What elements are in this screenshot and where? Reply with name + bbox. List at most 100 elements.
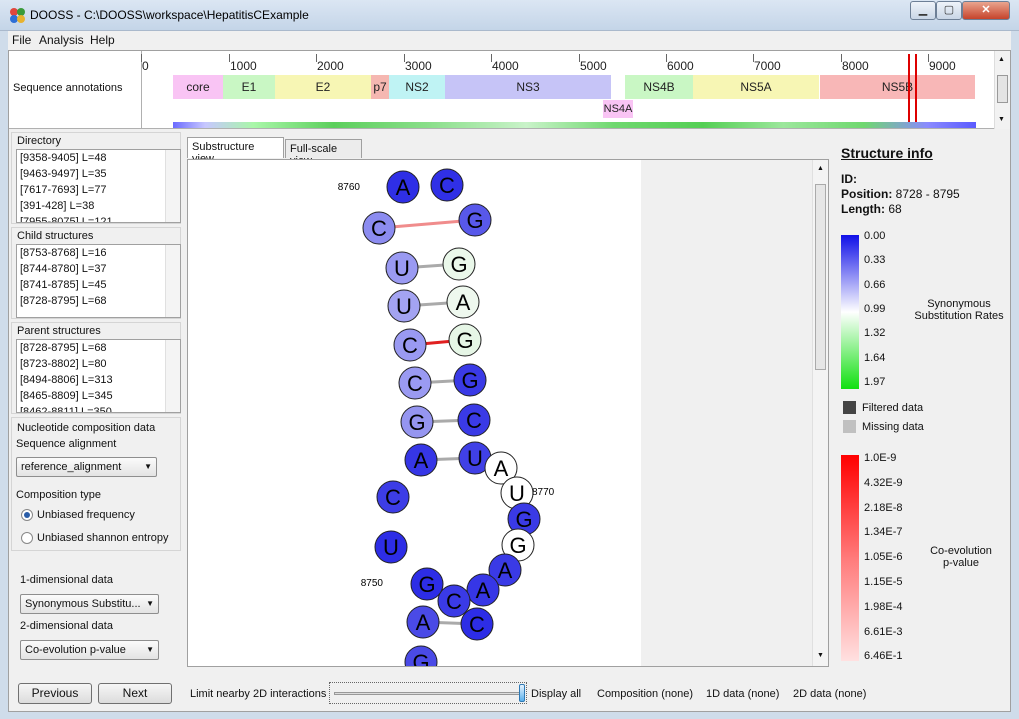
nucleotide-node[interactable]: G xyxy=(410,567,444,601)
composition-type-label: Composition type xyxy=(16,489,101,501)
ruler-tick-label: 7000 xyxy=(754,59,781,73)
scroll-up-icon[interactable]: ▲ xyxy=(817,165,824,172)
nucleotide-node[interactable]: C xyxy=(376,480,410,514)
nucleotide-node[interactable]: G xyxy=(453,363,487,397)
nucleotide-node[interactable]: C xyxy=(457,403,491,437)
one-d-select[interactable]: Synonymous Substitu... ▼ xyxy=(20,594,159,614)
child-structures-list[interactable]: [8753-8768] L=16 [8744-8780] L=37 [8741-87… xyxy=(16,244,181,318)
nucleotide-letter: C xyxy=(385,485,401,510)
tab-substructure-view[interactable]: Substructure view xyxy=(187,137,284,165)
limit-slider[interactable] xyxy=(329,682,527,704)
menu-file[interactable]: File xyxy=(12,33,31,47)
nucleotide-node[interactable]: C xyxy=(460,607,494,641)
ruler-tick-label: 0 xyxy=(142,59,149,73)
nucleotide-node[interactable]: U xyxy=(374,530,408,564)
rna-structure-svg[interactable]: A CC GU GU AC GC GG CA U AUGGAACGCUA CG87608770875… xyxy=(188,160,641,666)
parent-structures-group: Parent structures [8728-8795] L=68 [8723-… xyxy=(11,322,181,414)
filtered-data-swatch xyxy=(843,401,856,414)
nucleotide-node[interactable]: A xyxy=(466,573,500,607)
nucleotide-letter: G xyxy=(456,328,473,353)
nucleotide-node[interactable]: U xyxy=(387,289,421,323)
nucleotide-letter: G xyxy=(466,208,483,233)
scroll-up-icon[interactable]: ▲ xyxy=(998,56,1005,63)
nucleotide-node[interactable]: C xyxy=(430,168,464,202)
nucleotide-node[interactable]: C xyxy=(362,211,396,245)
nucleotide-node[interactable]: U xyxy=(385,251,419,285)
nucleotide-node[interactable]: A xyxy=(406,605,440,639)
next-button[interactable]: Next xyxy=(98,683,172,704)
parent-scrollbar[interactable] xyxy=(165,340,180,412)
scroll-thumb[interactable] xyxy=(815,184,826,370)
directory-list[interactable]: [9358-9405] L=48 [9463-9497] L=35 [7617-76… xyxy=(16,149,181,223)
list-item[interactable]: [7617-7693] L=77 xyxy=(17,182,180,198)
parent-structures-list[interactable]: [8728-8795] L=68 [8723-8802] L=80 [8494-88… xyxy=(16,339,181,413)
segment-ns5a[interactable]: NS5A xyxy=(693,75,819,99)
child-scrollbar[interactable] xyxy=(165,245,180,317)
structure-canvas[interactable]: A C C G U G U A C G C G G C A U A U G G A A C G C U A C G 8760 8770 875… xyxy=(187,159,829,667)
list-item[interactable]: [8744-8780] L=37 xyxy=(17,261,180,277)
nucleotide-node[interactable]: A xyxy=(446,285,480,319)
radio-unbiased-entropy[interactable] xyxy=(21,532,33,544)
slider-handle[interactable] xyxy=(519,684,525,702)
two-d-select[interactable]: Co-evolution p-value ▼ xyxy=(20,640,159,660)
position-marker xyxy=(915,54,917,124)
nucleotide-node[interactable]: A xyxy=(404,443,438,477)
segment-p7[interactable]: p7 xyxy=(371,75,389,99)
maximize-button[interactable]: ▢ xyxy=(936,1,962,20)
segment-ns2[interactable]: NS2 xyxy=(389,75,445,99)
radio-unbiased-frequency[interactable] xyxy=(21,509,33,521)
alignment-select[interactable]: reference_alignment ▼ xyxy=(16,457,157,477)
scroll-down-icon[interactable]: ▼ xyxy=(998,116,1005,123)
nucleotide-node[interactable]: C xyxy=(398,366,432,400)
nucleotide-node[interactable]: G xyxy=(458,203,492,237)
segment-ns4b[interactable]: NS4B xyxy=(625,75,693,99)
list-item[interactable]: [8753-8768] L=16 xyxy=(17,245,180,261)
close-button[interactable]: ✕ xyxy=(962,1,1010,20)
previous-button[interactable]: Previous xyxy=(18,683,92,704)
nucleotide-composition-group: Nucleotide composition data Sequence ali… xyxy=(11,417,181,551)
nucleotide-node[interactable]: C xyxy=(437,584,471,618)
list-item[interactable]: [391-428] L=38 xyxy=(17,198,180,214)
structure-drawing-area[interactable]: A C C G U G U A C G C G G C A U A U G G A A C G C U A C G 8760 8770 875… xyxy=(188,160,641,666)
nucleotide-node[interactable]: G xyxy=(442,247,476,281)
segment-core[interactable]: core xyxy=(173,75,223,99)
radio-label-entropy: Unbiased shannon entropy xyxy=(37,532,169,544)
annotations-scrollbar[interactable]: ▲ ▼ xyxy=(994,51,1010,129)
list-item[interactable]: [8494-8806] L=313 xyxy=(17,372,180,388)
substitution-heat-strip xyxy=(173,122,976,128)
list-item[interactable]: [8462-8811] L=350 xyxy=(17,404,180,412)
scroll-down-icon[interactable]: ▼ xyxy=(817,652,824,659)
list-item[interactable]: [8741-8785] L=45 xyxy=(17,277,180,293)
alignment-label: Sequence alignment xyxy=(16,438,117,450)
display-all-label: Display all xyxy=(531,688,582,700)
tab-full-scale-view[interactable]: Full-scale view xyxy=(285,139,362,167)
ruler-tick-label: 5000 xyxy=(580,59,607,73)
list-item[interactable]: [7955-8075] L=121 xyxy=(17,214,180,222)
nucleotide-node[interactable]: G xyxy=(404,645,438,666)
legend-tick-label: 1.97 xyxy=(864,375,886,388)
directory-scrollbar[interactable] xyxy=(165,150,180,222)
scroll-thumb[interactable] xyxy=(997,75,1008,103)
segment-ns5b[interactable]: NS5B xyxy=(820,75,975,99)
minimize-button[interactable]: ▁ xyxy=(910,1,936,20)
nucleotide-letter: C xyxy=(371,216,387,241)
list-item[interactable]: [9358-9405] L=48 xyxy=(17,150,180,166)
list-item[interactable]: [8723-8802] L=80 xyxy=(17,356,180,372)
segment-e1[interactable]: E1 xyxy=(223,75,275,99)
nucleotide-node[interactable]: G xyxy=(400,405,434,439)
list-item[interactable]: [8728-8795] L=68 xyxy=(17,340,180,356)
nucleotide-node[interactable]: G xyxy=(448,323,482,357)
list-item[interactable]: [8465-8809] L=345 xyxy=(17,388,180,404)
nucleotide-node[interactable]: C xyxy=(393,328,427,362)
two-d-label: 2-dimensional data xyxy=(20,620,113,632)
list-item[interactable]: [8728-8795] L=68 xyxy=(17,293,180,309)
nucleotide-letter: A xyxy=(476,578,491,603)
nucleotide-node[interactable]: A xyxy=(386,170,420,204)
list-item[interactable]: [9463-9497] L=35 xyxy=(17,166,180,182)
menu-help[interactable]: Help xyxy=(90,33,115,47)
menu-analysis[interactable]: Analysis xyxy=(39,33,84,47)
segment-ns3[interactable]: NS3 xyxy=(445,75,611,99)
segment-e2[interactable]: E2 xyxy=(275,75,371,99)
segment-ns4a[interactable]: NS4A xyxy=(603,100,633,118)
canvas-scrollbar[interactable]: ▲ ▼ xyxy=(812,160,828,666)
